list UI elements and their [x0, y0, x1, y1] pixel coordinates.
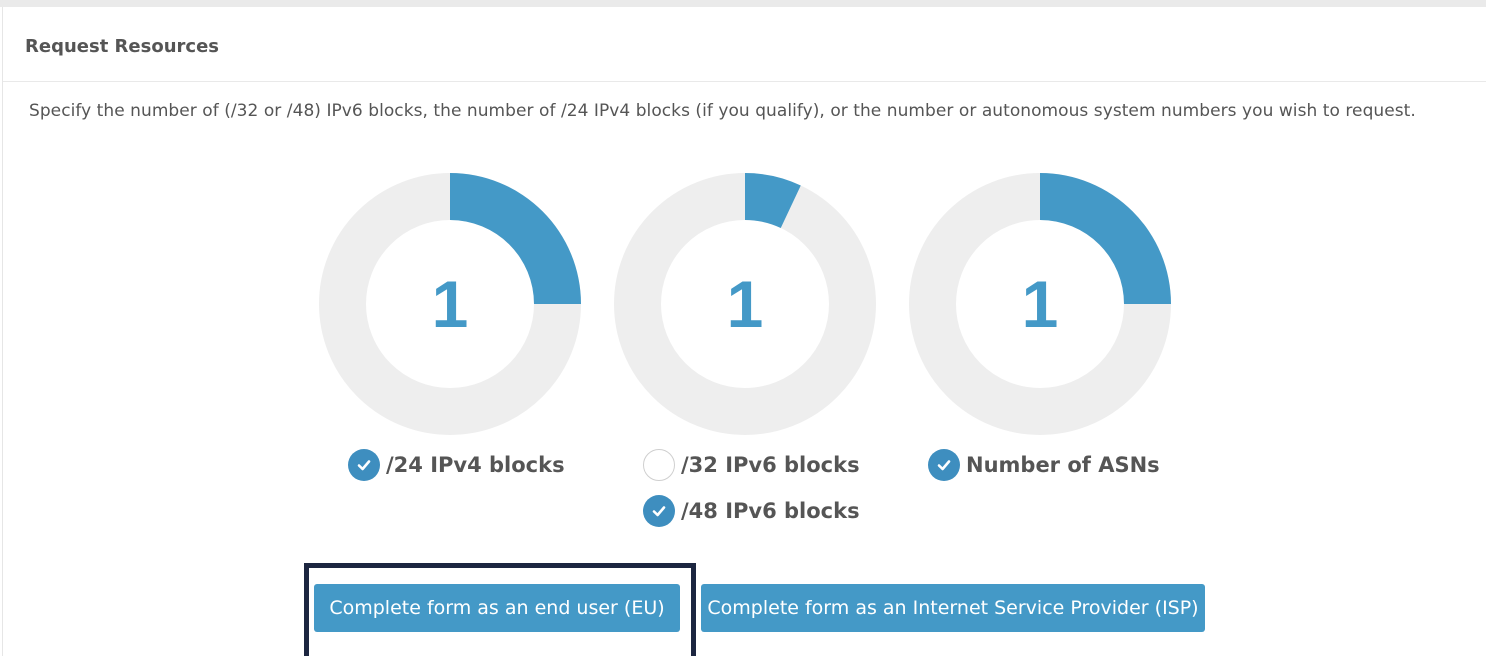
ipv4-24-label: /24 IPv4 blocks: [386, 453, 565, 477]
check-circle-icon[interactable]: [348, 449, 380, 481]
asn-dial-value: 1: [1021, 267, 1059, 341]
isp-form-button[interactable]: Complete form as an Internet Service Pro…: [701, 584, 1205, 632]
ipv4-24-checkbox[interactable]: /24 IPv4 blocks: [348, 449, 565, 481]
asns-label: Number of ASNs: [966, 453, 1160, 477]
check-circle-icon[interactable]: [928, 449, 960, 481]
panel-title: Request Resources: [25, 36, 219, 57]
ipv4-blocks-dial[interactable]: 1: [319, 173, 581, 435]
empty-circle-icon[interactable]: [643, 449, 675, 481]
top-border: [0, 0, 1486, 7]
check-circle-icon[interactable]: [643, 495, 675, 527]
panel-header: Request Resources: [3, 7, 1486, 82]
ipv6-48-checkbox[interactable]: /48 IPv6 blocks: [643, 495, 860, 527]
selection-highlight: [304, 563, 696, 656]
asn-dial[interactable]: 1: [909, 173, 1171, 435]
ipv6-blocks-dial[interactable]: 1: [614, 173, 876, 435]
ipv4-dial-value: 1: [431, 267, 469, 341]
intro-text: Specify the number of (/32 or /48) IPv6 …: [29, 101, 1416, 121]
asns-checkbox[interactable]: Number of ASNs: [928, 449, 1160, 481]
ipv6-32-label: /32 IPv6 blocks: [681, 453, 860, 477]
ipv6-48-label: /48 IPv6 blocks: [681, 499, 860, 523]
ipv6-dial-value: 1: [726, 267, 764, 341]
ipv6-32-checkbox[interactable]: /32 IPv6 blocks: [643, 449, 860, 481]
